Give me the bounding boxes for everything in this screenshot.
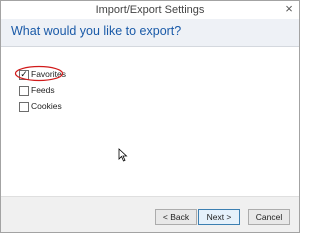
option-label: Cookies — [31, 101, 62, 111]
option-label: Feeds — [31, 85, 55, 95]
cancel-button[interactable]: Cancel — [248, 209, 290, 225]
import-export-dialog: Import/Export Settings × What would you … — [0, 0, 300, 233]
window-title: Import/Export Settings — [95, 4, 205, 16]
page-title: What would you like to export? — [11, 24, 182, 38]
option-label: Favorites — [31, 69, 66, 79]
cookies-checkbox[interactable] — [19, 102, 29, 112]
header-panel: What would you like to export? — [1, 19, 299, 47]
mouse-pointer-icon — [118, 148, 128, 162]
button-bar: < Back Next > Cancel — [1, 196, 299, 232]
close-icon[interactable]: × — [283, 2, 295, 15]
title-bar: Import/Export Settings × — [1, 1, 299, 19]
back-button[interactable]: < Back — [155, 209, 197, 225]
next-button[interactable]: Next > — [198, 209, 240, 225]
feeds-checkbox[interactable] — [19, 86, 29, 96]
checkmark-icon: ✓ — [20, 69, 28, 79]
favorites-checkbox[interactable]: ✓ — [19, 69, 29, 80]
